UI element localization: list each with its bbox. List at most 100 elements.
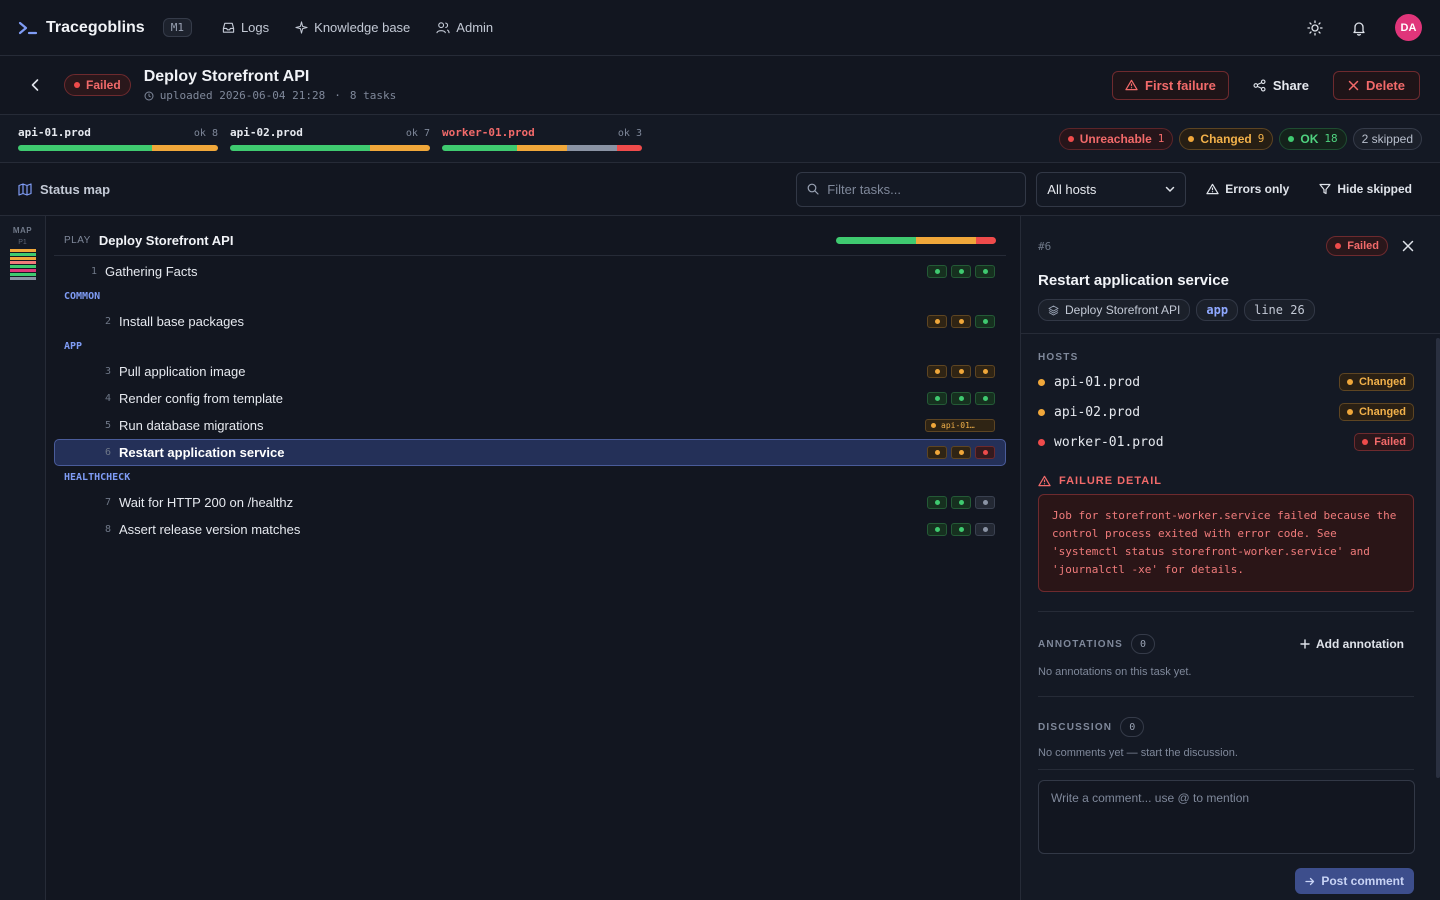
brand[interactable]: Tracegoblins M1 — [18, 18, 192, 37]
share-icon — [1253, 78, 1266, 92]
detail-host-status-label: Failed — [1374, 436, 1406, 448]
discussion-empty: No comments yet — start the discussion. — [1038, 747, 1238, 759]
host-status-dot-changed[interactable] — [927, 365, 947, 378]
task-name: Install base packages — [119, 314, 245, 329]
host-select-value: All hosts — [1047, 181, 1097, 197]
delete-button[interactable]: Delete — [1332, 70, 1420, 100]
status-dot — [934, 450, 940, 455]
role-header: APP — [64, 341, 83, 352]
summary-count: 1 — [1157, 132, 1165, 145]
status-dot — [1038, 408, 1045, 416]
host-status-dot-changed[interactable] — [927, 315, 947, 328]
comment-field[interactable] — [1038, 780, 1415, 854]
task-name: Run database migrations — [119, 418, 264, 433]
host-status-dot-changed[interactable] — [951, 446, 971, 459]
host-status-dot-changed[interactable] — [951, 315, 971, 328]
host-bar[interactable]: api-01.prod ok 8 — [18, 126, 218, 151]
minimap-play-block[interactable] — [10, 249, 36, 280]
status-dot — [1346, 409, 1353, 415]
comment-input[interactable] — [1051, 791, 1402, 843]
host-status-dot-changed[interactable] — [927, 446, 947, 459]
inbox-icon — [222, 21, 235, 34]
nav-link-admin[interactable]: Admin — [436, 20, 493, 35]
task-number: 4 — [104, 393, 111, 404]
task-host-status — [927, 392, 995, 405]
nav-link-knowledge-base[interactable]: Knowledge base — [295, 20, 410, 35]
summary-changed[interactable]: Changed 9 — [1179, 127, 1274, 150]
host-status-dot-ok[interactable] — [975, 315, 995, 328]
theme-toggle-sun-icon[interactable] — [1307, 19, 1323, 36]
close-panel-icon[interactable] — [1402, 240, 1414, 252]
task-host-status — [927, 523, 995, 536]
map-icon — [18, 182, 32, 196]
detail-host-row[interactable]: api-01.prod Changed — [1038, 367, 1414, 397]
detail-host-name: api-01.prod — [1054, 374, 1141, 390]
detail-host-row[interactable]: worker-01.prod Failed — [1038, 427, 1414, 457]
status-dot — [982, 396, 988, 401]
host-status-dot-ok[interactable] — [951, 523, 971, 536]
host-status-dot-ok[interactable] — [927, 496, 947, 509]
host-bar[interactable]: api-02.prod ok 7 — [230, 126, 430, 151]
host-status-dot-changed[interactable] — [951, 365, 971, 378]
task-row[interactable]: 2 Install base packages — [54, 308, 1006, 335]
play-header[interactable]: PLAY Deploy Storefront API — [54, 226, 1006, 256]
task-row[interactable]: 4 Render config from template — [54, 385, 1006, 412]
status-dot — [1038, 378, 1045, 386]
notifications-bell-icon[interactable] — [1351, 20, 1367, 36]
task-row[interactable]: 1 Gathering Facts — [54, 258, 1006, 285]
host-status-dot-ok[interactable] — [951, 496, 971, 509]
nav-link-logs[interactable]: Logs — [222, 20, 269, 35]
host-progress-bar — [442, 145, 642, 151]
host-select[interactable]: All hosts — [1036, 171, 1187, 207]
add-annotation-button[interactable]: Add annotation — [1300, 637, 1404, 651]
host-status-dot-ok[interactable] — [951, 265, 971, 278]
role-chip[interactable]: app — [1196, 299, 1239, 321]
task-row[interactable]: 5 Run database migrations api-01… — [54, 412, 1006, 439]
host-status-dot-failed[interactable] — [975, 446, 995, 459]
task-row[interactable]: 3 Pull application image — [54, 358, 1006, 385]
status-map-toggle[interactable]: Status map — [18, 182, 110, 197]
host-status-dot-ok[interactable] — [927, 265, 947, 278]
user-avatar[interactable]: DA — [1395, 14, 1422, 41]
task-number: 2 — [104, 316, 111, 327]
task-name: Render config from template — [119, 391, 284, 406]
summary-skipped[interactable]: 2 skipped — [1352, 127, 1422, 150]
back-button[interactable] — [20, 78, 50, 92]
status-dot — [931, 423, 936, 428]
host-bar[interactable]: worker-01.prod ok 3 — [442, 126, 642, 151]
host-status-dot-ok[interactable] — [927, 392, 947, 405]
status-minimap[interactable]: MAP P1 — [0, 216, 46, 900]
host-status-dot-ok[interactable] — [975, 392, 995, 405]
status-dot — [1346, 379, 1353, 385]
task-row[interactable]: 7 Wait for HTTP 200 on /healthz — [54, 489, 1006, 516]
host-status-dot-skipped[interactable] — [975, 496, 995, 509]
host-status-dot-ok[interactable] — [951, 392, 971, 405]
summary-unreachable[interactable]: Unreachable 1 — [1058, 127, 1174, 150]
task-row[interactable]: 6 Restart application service — [54, 439, 1006, 466]
minimap-play-label: P1 — [18, 239, 27, 246]
task-number: 6 — [104, 447, 111, 458]
summary-ok[interactable]: OK 18 — [1279, 127, 1347, 150]
filter-tasks-input[interactable] — [827, 181, 1008, 197]
play-chip[interactable]: Deploy Storefront API — [1038, 299, 1191, 321]
first-failure-button[interactable]: First failure — [1112, 70, 1229, 100]
chevron-down-icon — [1165, 186, 1175, 193]
detail-host-row[interactable]: api-02.prod Changed — [1038, 397, 1414, 427]
status-dot — [74, 82, 80, 88]
host-status-dot-changed[interactable] — [975, 365, 995, 378]
host-status-dot-ok[interactable] — [927, 523, 947, 536]
errors-only-toggle[interactable]: Errors only — [1196, 182, 1299, 196]
post-comment-button[interactable]: Post comment — [1295, 868, 1414, 894]
filter-tasks-field[interactable] — [796, 171, 1027, 207]
hide-skipped-toggle[interactable]: Hide skipped — [1309, 182, 1422, 196]
share-button[interactable]: Share — [1239, 72, 1323, 99]
run-uploaded: uploaded 2026-06-04 21:28 — [159, 89, 326, 102]
task-name: Wait for HTTP 200 on /healthz — [119, 495, 294, 510]
meta-separator: · — [334, 89, 341, 102]
host-status-dot-ok[interactable] — [975, 265, 995, 278]
run-meta: uploaded 2026-06-04 21:28 · 8 tasks — [144, 89, 396, 102]
host-status-chip[interactable]: api-01… — [925, 419, 995, 432]
task-row[interactable]: 8 Assert release version matches — [54, 516, 1006, 543]
line-chip[interactable]: line 26 — [1244, 299, 1315, 321]
host-status-dot-skipped[interactable] — [975, 523, 995, 536]
